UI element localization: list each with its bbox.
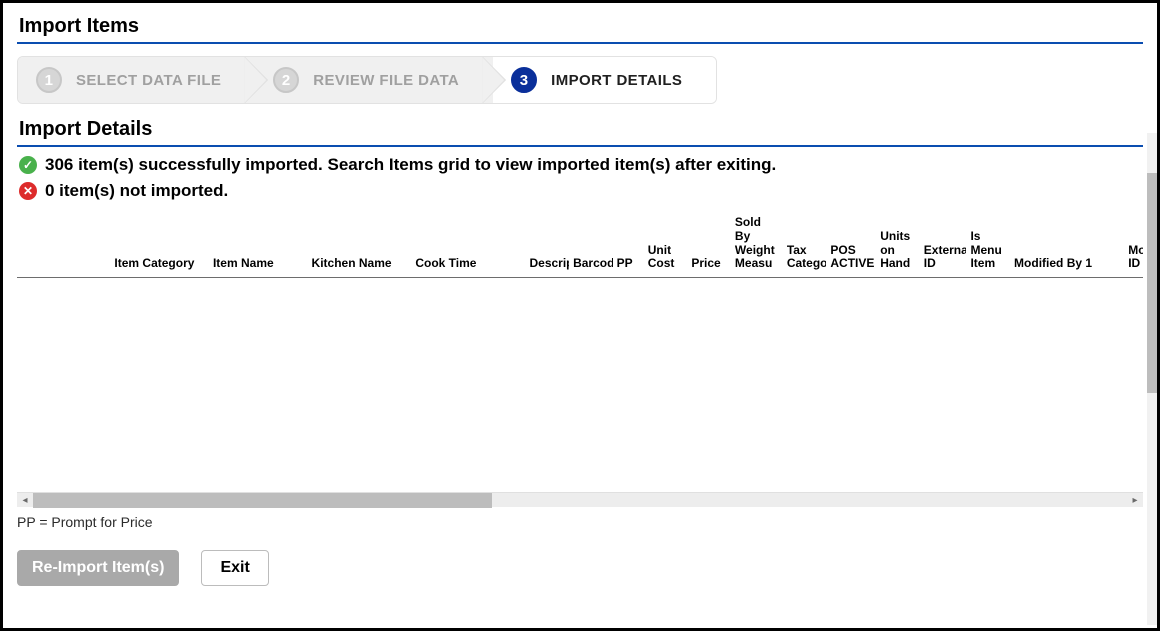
- wizard-step-2[interactable]: 2 REVIEW FILE DATA: [255, 57, 493, 103]
- button-row: Re-Import Item(s) Exit: [17, 550, 1143, 586]
- section-divider: [17, 145, 1143, 147]
- col-pos-active[interactable]: POS ACTIVE: [826, 212, 876, 278]
- wizard-step-3[interactable]: 3 IMPORT DETAILS: [493, 57, 716, 103]
- reimport-button[interactable]: Re-Import Item(s): [17, 550, 179, 586]
- results-grid: Item Category Item Name Kitchen Name Coo…: [17, 211, 1143, 511]
- page-title: Import Items: [19, 15, 1143, 38]
- wizard-steps: 1 SELECT DATA FILE 2 REVIEW FILE DATA 3 …: [17, 56, 717, 104]
- results-table: Item Category Item Name Kitchen Name Coo…: [17, 212, 1143, 278]
- scrollbar-thumb[interactable]: [33, 493, 492, 508]
- exit-button[interactable]: Exit: [201, 550, 268, 586]
- col-external-id[interactable]: Externa ID: [920, 212, 967, 278]
- col-kitchen-name[interactable]: Kitchen Name: [308, 212, 412, 278]
- vertical-scrollbar[interactable]: [1147, 133, 1157, 625]
- status-success: ✓ 306 item(s) successfully imported. Sea…: [19, 155, 1143, 175]
- col-cook-time[interactable]: Cook Time: [411, 212, 525, 278]
- col-pp[interactable]: PP: [613, 212, 644, 278]
- col-unit-cost[interactable]: Unit Cost: [644, 212, 688, 278]
- col-price[interactable]: Price: [687, 212, 731, 278]
- step-badge-2: 2: [273, 67, 299, 93]
- horizontal-scrollbar[interactable]: ◂ ▸: [17, 492, 1143, 507]
- vertical-scrollbar-thumb[interactable]: [1147, 173, 1157, 393]
- check-circle-icon: ✓: [19, 156, 37, 174]
- col-tax-category[interactable]: Tax Catego: [783, 212, 827, 278]
- title-divider: [17, 42, 1143, 44]
- col-item-category[interactable]: Item Category: [110, 212, 209, 278]
- step-label-1: SELECT DATA FILE: [76, 72, 221, 89]
- step-label-2: REVIEW FILE DATA: [313, 72, 459, 89]
- scroll-left-icon[interactable]: ◂: [17, 493, 33, 508]
- status-fail-text: 0 item(s) not imported.: [45, 181, 228, 201]
- col-modifier-g-id[interactable]: Modifier G ID: [1124, 212, 1143, 278]
- x-circle-icon: ✕: [19, 182, 37, 200]
- section-title: Import Details: [19, 118, 1143, 141]
- table-header-row: Item Category Item Name Kitchen Name Coo…: [17, 212, 1143, 278]
- col-description[interactable]: Descrip: [525, 212, 569, 278]
- col-blank[interactable]: [17, 212, 110, 278]
- scrollbar-track[interactable]: [33, 493, 1127, 508]
- col-is-menu-item[interactable]: Is Menu Item: [966, 212, 1010, 278]
- step-badge-1: 1: [36, 67, 62, 93]
- wizard-step-1[interactable]: 1 SELECT DATA FILE: [18, 57, 255, 103]
- status-fail: ✕ 0 item(s) not imported.: [19, 181, 1143, 201]
- col-units-on-hand[interactable]: Units on Hand: [876, 212, 920, 278]
- scroll-right-icon[interactable]: ▸: [1127, 493, 1143, 508]
- step-badge-3: 3: [511, 67, 537, 93]
- col-barcode[interactable]: Barcod: [569, 212, 613, 278]
- pp-footnote: PP = Prompt for Price: [17, 514, 1143, 530]
- col-item-name[interactable]: Item Name: [209, 212, 308, 278]
- step-label-3: IMPORT DETAILS: [551, 72, 682, 89]
- status-success-text: 306 item(s) successfully imported. Searc…: [45, 155, 776, 175]
- col-modified-by-1[interactable]: Modified By 1: [1010, 212, 1124, 278]
- col-sold-by-weight[interactable]: Sold By Weight Measu: [731, 212, 783, 278]
